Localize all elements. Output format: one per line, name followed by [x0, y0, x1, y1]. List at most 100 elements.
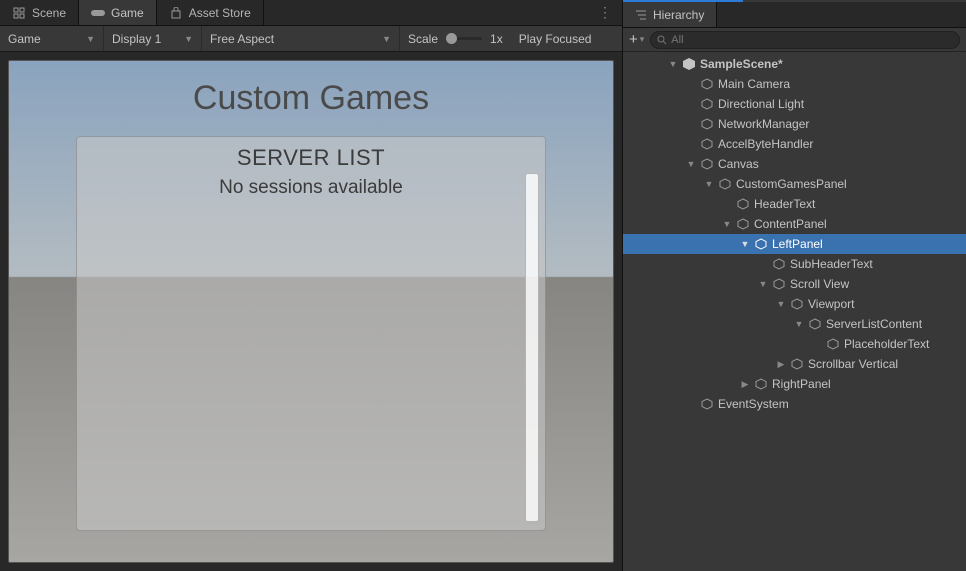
node-content-panel[interactable]: ▼ ContentPanel — [623, 214, 966, 234]
display-dropdown[interactable]: Display 1 ▼ — [104, 26, 202, 51]
foldout-open-icon[interactable]: ▼ — [704, 179, 714, 189]
foldout-open-icon[interactable]: ▼ — [758, 279, 768, 289]
scale-slider[interactable] — [446, 37, 482, 40]
node-label: ServerListContent — [826, 317, 922, 331]
foldout-open-icon[interactable]: ▼ — [722, 219, 732, 229]
gameobject-icon — [700, 117, 714, 131]
hierarchy-tab-bar: Hierarchy — [623, 2, 966, 28]
node-network-manager[interactable]: NetworkManager — [623, 114, 966, 134]
node-scroll-view[interactable]: ▼ Scroll View — [623, 274, 966, 294]
hierarchy-search-input[interactable] — [671, 34, 953, 46]
asset-store-icon — [169, 6, 183, 20]
tab-scene-label: Scene — [32, 6, 66, 20]
gameobject-icon — [718, 177, 732, 191]
node-directional-light[interactable]: Directional Light — [623, 94, 966, 114]
aspect-dropdown[interactable]: Free Aspect ▼ — [202, 26, 400, 51]
node-custom-games-panel[interactable]: ▼ CustomGamesPanel — [623, 174, 966, 194]
server-list-scrollbar[interactable] — [525, 173, 539, 522]
play-mode-dropdown[interactable]: Play Focused — [511, 32, 622, 46]
foldout-closed-icon[interactable]: ▶ — [776, 359, 786, 370]
tab-hierarchy-label: Hierarchy — [653, 8, 704, 22]
output-target-dropdown[interactable]: Game ▼ — [0, 26, 104, 51]
gameobject-icon — [700, 397, 714, 411]
gameobject-icon — [772, 277, 786, 291]
gameobject-icon — [700, 137, 714, 151]
game-pane: Scene Game Asset Store ⋮ Game ▼ — [0, 0, 622, 571]
game-toolbar: Game ▼ Display 1 ▼ Free Aspect ▼ Scale 1… — [0, 26, 622, 52]
hierarchy-tree: ▼ SampleScene* Main Camera Directional L… — [623, 52, 966, 571]
node-canvas[interactable]: ▼ Canvas — [623, 154, 966, 174]
node-right-panel[interactable]: ▶ RightPanel — [623, 374, 966, 394]
node-label: NetworkManager — [718, 117, 809, 131]
hierarchy-search[interactable] — [650, 31, 960, 49]
gameobject-icon — [826, 337, 840, 351]
tab-hierarchy[interactable]: Hierarchy — [623, 2, 717, 27]
gameobject-icon — [700, 77, 714, 91]
tab-game-label: Game — [111, 6, 144, 20]
gameobject-icon — [808, 317, 822, 331]
node-label: Main Camera — [718, 77, 790, 91]
node-placeholder-text[interactable]: PlaceholderText — [623, 334, 966, 354]
gameobject-icon — [790, 357, 804, 371]
node-label: Scroll View — [790, 277, 849, 291]
aspect-label: Free Aspect — [210, 32, 274, 46]
unity-logo-icon — [682, 57, 696, 71]
node-main-camera[interactable]: Main Camera — [623, 74, 966, 94]
foldout-open-icon[interactable]: ▼ — [776, 299, 786, 309]
node-label: LeftPanel — [772, 237, 823, 251]
node-left-panel[interactable]: ▼ LeftPanel — [623, 234, 966, 254]
foldout-open-icon[interactable]: ▼ — [668, 59, 678, 69]
display-label: Display 1 — [112, 32, 161, 46]
node-server-list-content[interactable]: ▼ ServerListContent — [623, 314, 966, 334]
gameobject-icon — [700, 157, 714, 171]
node-label: SubHeaderText — [790, 257, 873, 271]
tab-options-icon[interactable]: ⋮ — [594, 0, 616, 25]
gameobject-icon — [754, 377, 768, 391]
foldout-open-icon[interactable]: ▼ — [794, 319, 804, 329]
create-dropdown[interactable]: + ▾ — [629, 31, 644, 48]
node-label: HeaderText — [754, 197, 815, 211]
foldout-closed-icon[interactable]: ▶ — [740, 379, 750, 390]
scale-control: Scale 1x — [400, 32, 511, 46]
node-label: EventSystem — [718, 397, 789, 411]
gameobject-icon — [736, 217, 750, 231]
node-label: ContentPanel — [754, 217, 827, 231]
game-view: Custom Games SERVER LIST No sessions ava… — [0, 52, 622, 571]
server-list-panel: SERVER LIST No sessions available — [76, 136, 546, 531]
scene-row[interactable]: ▼ SampleScene* — [623, 54, 966, 74]
hierarchy-toolbar: + ▾ — [623, 28, 966, 52]
node-header-text[interactable]: HeaderText — [623, 194, 966, 214]
tab-asset-store-label: Asset Store — [189, 6, 251, 20]
scale-value: 1x — [490, 32, 503, 46]
gameobject-icon — [772, 257, 786, 271]
tab-game[interactable]: Game — [79, 0, 157, 25]
node-sub-header-text[interactable]: SubHeaderText — [623, 254, 966, 274]
game-canvas: Custom Games SERVER LIST No sessions ava… — [8, 60, 614, 563]
node-scrollbar-vertical[interactable]: ▶ Scrollbar Vertical — [623, 354, 966, 374]
scale-label: Scale — [408, 32, 438, 46]
hierarchy-icon — [635, 9, 647, 21]
tab-asset-store[interactable]: Asset Store — [157, 0, 264, 25]
gameobject-icon — [700, 97, 714, 111]
foldout-open-icon[interactable]: ▼ — [686, 159, 696, 169]
play-mode-label: Play Focused — [519, 32, 592, 46]
slider-knob[interactable] — [446, 33, 457, 44]
gameobject-icon — [754, 237, 768, 251]
server-list-header: SERVER LIST — [237, 145, 385, 171]
node-label: CustomGamesPanel — [736, 177, 847, 191]
chevron-down-icon: ▾ — [640, 34, 645, 45]
tab-scene[interactable]: Scene — [0, 0, 79, 25]
chevron-down-icon: ▼ — [86, 34, 95, 44]
gameobject-icon — [736, 197, 750, 211]
output-target-label: Game — [8, 32, 41, 46]
hierarchy-pane: Hierarchy + ▾ ▼ SampleScene* — [622, 0, 966, 571]
node-label: Directional Light — [718, 97, 804, 111]
game-icon — [91, 6, 105, 20]
foldout-open-icon[interactable]: ▼ — [740, 239, 750, 249]
node-accelbyte-handler[interactable]: AccelByteHandler — [623, 134, 966, 154]
node-label: Scrollbar Vertical — [808, 357, 898, 371]
custom-games-title: Custom Games — [193, 79, 429, 118]
node-viewport[interactable]: ▼ Viewport — [623, 294, 966, 314]
left-tab-bar: Scene Game Asset Store ⋮ — [0, 0, 622, 26]
node-event-system[interactable]: EventSystem — [623, 394, 966, 414]
